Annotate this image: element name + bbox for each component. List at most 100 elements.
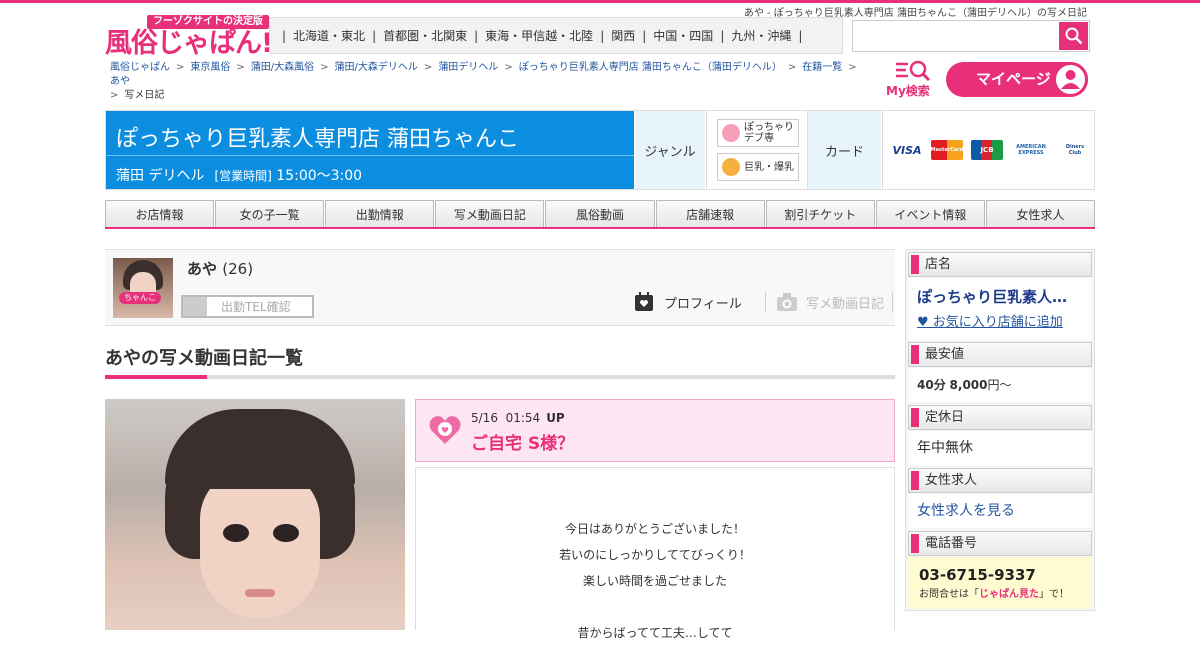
- card-label: カード: [807, 111, 881, 189]
- breadcrumb-current: 写メ日記: [124, 90, 165, 101]
- breadcrumb-link[interactable]: 蒲田/大森風俗: [251, 62, 314, 73]
- nav-videos[interactable]: 風俗動画: [545, 200, 655, 227]
- tab-profile[interactable]: プロフィール: [634, 292, 742, 312]
- entry-title[interactable]: ご自宅 S様？: [471, 429, 574, 454]
- melon-icon: [722, 158, 740, 176]
- nav-shop-news[interactable]: 店舗速報: [655, 200, 765, 227]
- diary-entry-header: 5/16 01:54 UP ご自宅 S様？: [415, 399, 895, 462]
- shop-area-hours: 蒲田 デリヘル [営業時間] 15:00～3:00: [116, 165, 362, 185]
- breadcrumb-link[interactable]: あや: [110, 76, 130, 87]
- nav-events[interactable]: イベント情報: [875, 200, 985, 227]
- sidebar-shop-label: 店名: [908, 252, 1092, 277]
- region-kansai[interactable]: 関西: [611, 27, 635, 44]
- shop-name-panel: ぽっちゃり巨乳素人専門店 蒲田ちゃんこ 蒲田 デリヘル [営業時間] 15:00～…: [106, 111, 634, 189]
- breadcrumb-link[interactable]: 東京風俗: [190, 62, 230, 73]
- pig-icon: [722, 124, 740, 142]
- camera-icon: [777, 293, 797, 311]
- nav-photo-diary[interactable]: 写メ動画日記: [435, 200, 545, 227]
- region-hokkaido[interactable]: 北海道・東北: [293, 27, 365, 44]
- nav-shop-info[interactable]: お店情報: [105, 200, 215, 227]
- girl-header: ちゃんこ あや (26) 出勤TEL確認 プロフィール 写メ動画日記: [105, 249, 895, 326]
- nav-discount[interactable]: 割引チケット: [765, 200, 875, 227]
- sidebar-holiday: 年中無休: [908, 431, 1092, 465]
- breadcrumb-link[interactable]: ぽっちゃり巨乳素人専門店 蒲田ちゃんこ（蒲田デリヘル）: [519, 62, 782, 73]
- entry-up: UP: [546, 411, 565, 425]
- entry-line: 今日はありがとうございました！: [564, 522, 745, 536]
- logo-text: 風俗じゃぱん!: [105, 28, 273, 59]
- tel-number[interactable]: 03-6715-9337: [919, 566, 1092, 584]
- calendar-heart-icon: [635, 292, 653, 311]
- genre-badge-pocchari[interactable]: ぽっちゃりデブ専: [717, 119, 799, 147]
- sidebar-tel: 03-6715-9337 お問合せは「じゃぱん見た」で！: [908, 557, 1092, 609]
- diary-photo[interactable]: [105, 399, 405, 630]
- visa-icon: VISA: [892, 143, 922, 157]
- my-page-label: マイページ: [976, 70, 1051, 88]
- site-logo[interactable]: フーゾクサイトの決定版 風俗じゃぱん!: [105, 14, 273, 59]
- my-search-button[interactable]: My検索: [886, 60, 938, 100]
- favorite-link[interactable]: ♥ お気に入り店舗に追加: [917, 311, 1092, 330]
- nav-schedule[interactable]: 出勤情報: [325, 200, 435, 227]
- nav-girls-list[interactable]: 女の子一覧: [215, 200, 325, 227]
- nav-recruit[interactable]: 女性求人: [985, 200, 1095, 227]
- price-value: 8,000: [949, 378, 988, 392]
- mastercard-icon: MasterCard: [931, 140, 963, 160]
- logo-tagline: フーゾクサイトの決定版: [147, 15, 269, 29]
- search-input[interactable]: [857, 22, 1057, 50]
- search-button[interactable]: [1059, 22, 1088, 50]
- hours-label: [営業時間]: [214, 169, 272, 183]
- calendar-icon: [183, 297, 207, 316]
- diary-list-heading: あやの写メ動画日記一覧: [105, 348, 303, 369]
- tel-confirm-button[interactable]: 出勤TEL確認: [181, 295, 314, 318]
- search-box: [852, 20, 1090, 52]
- region-kyushu[interactable]: 九州・沖縄: [731, 27, 791, 44]
- shop-name[interactable]: ぽっちゃり巨乳素人専門店 蒲田ちゃんこ: [116, 121, 519, 153]
- sidebar-shop: ぽっちゃり巨乳素人… ♥ お気に入り店舗に追加: [908, 278, 1092, 340]
- my-search-label: My検索: [886, 84, 930, 98]
- entry-line: 昔からばってて工夫…してて: [577, 626, 733, 640]
- breadcrumb-link[interactable]: 蒲田デリヘル: [438, 62, 498, 73]
- region-tokai[interactable]: 東海・甲信越・北陸: [485, 27, 593, 44]
- sidebar-shop-name[interactable]: ぽっちゃり巨乳素人…: [917, 286, 1092, 307]
- diary-entry-body: 今日はありがとうございました！ 若いのにしっかりしててびっくり！ 楽しい時間を過…: [415, 467, 895, 640]
- sidebar-price: 40分 8,000円～: [908, 368, 1092, 402]
- search-icon: [1065, 27, 1082, 45]
- entry-meta: 5/16 01:54 UP: [471, 411, 565, 425]
- recruit-link[interactable]: 女性求人を見る: [908, 494, 1092, 528]
- user-icon: [1053, 62, 1088, 97]
- breadcrumb-link[interactable]: 在籍一覧: [802, 62, 842, 73]
- genre-badge-kyonyu[interactable]: 巨乳・爆乳: [717, 153, 799, 181]
- genre-label: ジャンル: [635, 111, 705, 189]
- my-page-button[interactable]: マイページ: [946, 62, 1088, 97]
- price-min: 40分: [917, 378, 946, 392]
- sidebar-recruit-label: 女性求人: [908, 468, 1092, 493]
- girl-photo-badge: ちゃんこ: [119, 292, 161, 304]
- region-chugoku[interactable]: 中国・四国: [653, 27, 713, 44]
- heading-underline: [105, 375, 895, 379]
- amex-icon: AMERICAN EXPRESS: [1016, 144, 1046, 156]
- entry-line: 楽しい時間を過ごせました: [582, 574, 727, 588]
- entry-line: 若いのにしっかりしててびっくり！: [559, 548, 751, 562]
- shop-sidebar: 店名 ぽっちゃり巨乳素人… ♥ お気に入り店舗に追加 最安値 40分 8,000…: [905, 249, 1095, 611]
- my-search-icon: [896, 60, 931, 82]
- diners-icon: Diners Club: [1065, 144, 1085, 156]
- sidebar-holiday-label: 定休日: [908, 405, 1092, 430]
- heart-icon: [428, 414, 462, 446]
- entry-time: 01:54: [505, 411, 541, 425]
- girl-thumbnail[interactable]: ちゃんこ: [113, 258, 173, 318]
- shop-header: ぽっちゃり巨乳素人専門店 蒲田ちゃんこ 蒲田 デリヘル [営業時間] 15:00～…: [105, 110, 1095, 190]
- entry-date: 5/16: [471, 411, 498, 425]
- tel-note: お問合せは「じゃぱん見た」で！: [919, 589, 1069, 600]
- sidebar-tel-label: 電話番号: [908, 531, 1092, 556]
- girl-name-age: あや (26): [187, 258, 253, 279]
- girl-age: (26): [222, 260, 254, 278]
- sidebar-price-label: 最安値: [908, 342, 1092, 367]
- region-shutoken[interactable]: 首都圏・北関東: [383, 27, 467, 44]
- region-nav: | 北海道・東北 | 首都圏・北関東 | 東海・甲信越・北陸 | 関西 | 中国・四国 |…: [269, 17, 843, 54]
- price-unit: 円～: [987, 378, 1012, 392]
- breadcrumb-link[interactable]: 風俗じゃぱん: [110, 62, 170, 73]
- entry-line: [416, 594, 894, 620]
- shop-hours: 15:00～3:00: [276, 168, 363, 184]
- shop-nav: お店情報 女の子一覧 出勤情報 写メ動画日記 風俗動画 店舗速報 割引チケット …: [105, 200, 1095, 229]
- tab-photo-diary[interactable]: 写メ動画日記: [765, 292, 894, 312]
- breadcrumb-link[interactable]: 蒲田/大森デリヘル: [335, 62, 418, 73]
